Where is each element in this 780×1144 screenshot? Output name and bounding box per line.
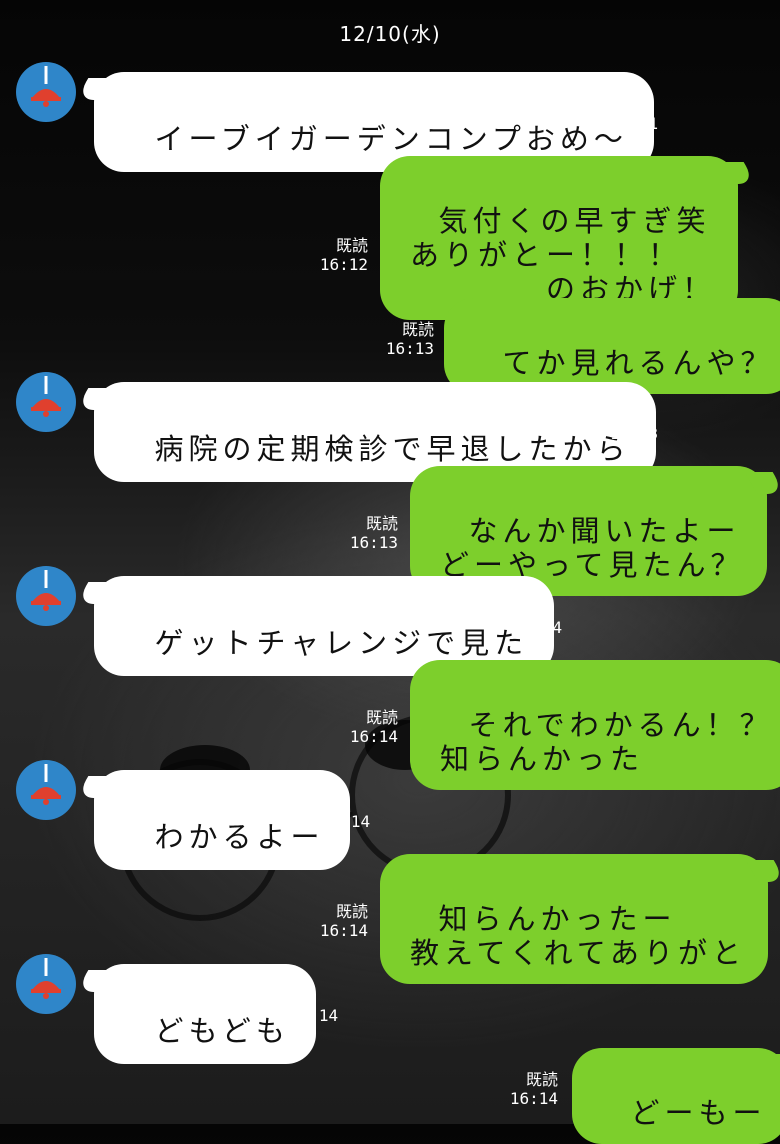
message-time: 16:14 [322,812,371,831]
date-header: 12/10(水) [339,22,441,46]
message-meta: 既読 16:12 [320,236,368,274]
message-text: どーもー [630,1096,767,1130]
read-receipt: 既読 [401,320,434,339]
message-bubble-outgoing[interactable]: どーもー [572,1048,780,1144]
lamp-icon [31,958,61,999]
message-time: 16:14 [514,618,563,637]
message-bubble-incoming[interactable]: わかるよー [94,770,351,870]
message-text: 気付くの早すぎ笑 ありがとー！！！ のおかげ！ [410,204,717,306]
avatar[interactable] [16,760,76,820]
message-bubble-outgoing[interactable]: 知らんかったー 教えてくれてありがと [380,854,768,984]
message-time: 16:14 [509,1089,558,1108]
message-text: 病院の定期検診で早退したから [154,432,631,466]
message-meta: 既読 16:13 [386,320,434,358]
lamp-icon [31,570,61,611]
message-meta: 既読 16:14 [510,1070,558,1108]
message-text: なんか聞いたよー どーやって見たん？ [440,514,745,582]
message-bubble-outgoing[interactable]: それでわかるん！？ 知らんかった [410,660,780,790]
message-bubble-outgoing[interactable]: 気付くの早すぎ笑 ありがとー！！！ のおかげ！ [380,156,739,320]
lamp-icon [31,376,61,417]
message-text: ゲットチャレンジで見た [154,626,529,660]
message-time: 16:14 [290,1006,339,1025]
message-text: どもども [154,1014,290,1048]
message-time: 16:11 [610,114,659,133]
message-text: わかるよー [154,820,325,854]
message-time: 16:12 [319,255,368,274]
avatar[interactable] [16,62,76,122]
lamp-icon [31,764,61,805]
read-receipt: 既読 [525,1070,558,1089]
message-text: イーブイガーデンコンプおめ〜 [154,122,628,156]
read-receipt: 既読 [365,708,398,727]
message-meta: 既読 16:14 [350,708,398,746]
message-text: それでわかるん！？ 知らんかった [440,708,774,776]
message-time: 16:13 [349,533,398,552]
avatar[interactable] [16,954,76,1014]
message-time: 16:14 [349,727,398,746]
read-receipt: 既読 [335,902,368,921]
message-bubble-incoming[interactable]: どもども [94,964,316,1064]
avatar[interactable] [16,566,76,626]
read-receipt: 既読 [365,514,398,533]
message-text: てか見れるんや？ [502,346,775,380]
message-time: 16:13 [610,424,659,443]
read-receipt: 既読 [335,236,368,255]
message-time: 16:14 [319,921,368,940]
avatar[interactable] [16,372,76,432]
message-meta: 既読 16:13 [350,514,398,552]
message-time: 16:13 [385,339,434,358]
message-bubble-outgoing[interactable]: てか見れるんや？ [444,298,780,394]
lamp-icon [31,66,61,107]
message-meta: 既読 16:14 [320,902,368,940]
message-text: 知らんかったー 教えてくれてありがと [410,902,746,970]
